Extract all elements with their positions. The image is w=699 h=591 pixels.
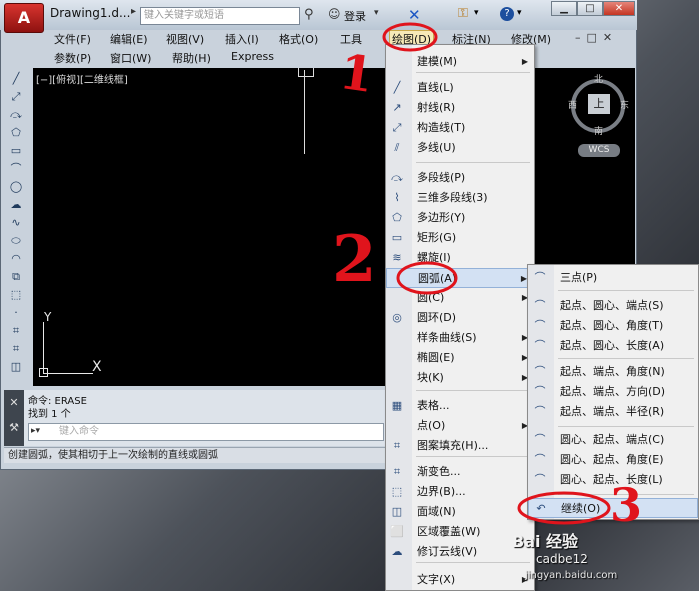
watermark-author: cadbe12 [536, 552, 588, 566]
annotation-step-2: 2 [332, 222, 377, 297]
watermark-url: jingyan.baidu.com [525, 570, 618, 581]
annotation-step-3: 3 [610, 478, 643, 532]
annotation-circle-draw-menu [382, 22, 438, 52]
annotation-circle-continue [517, 491, 611, 525]
annotation-circle-arc-item [396, 261, 458, 295]
watermark-logo: Bai 经验 [512, 532, 579, 551]
